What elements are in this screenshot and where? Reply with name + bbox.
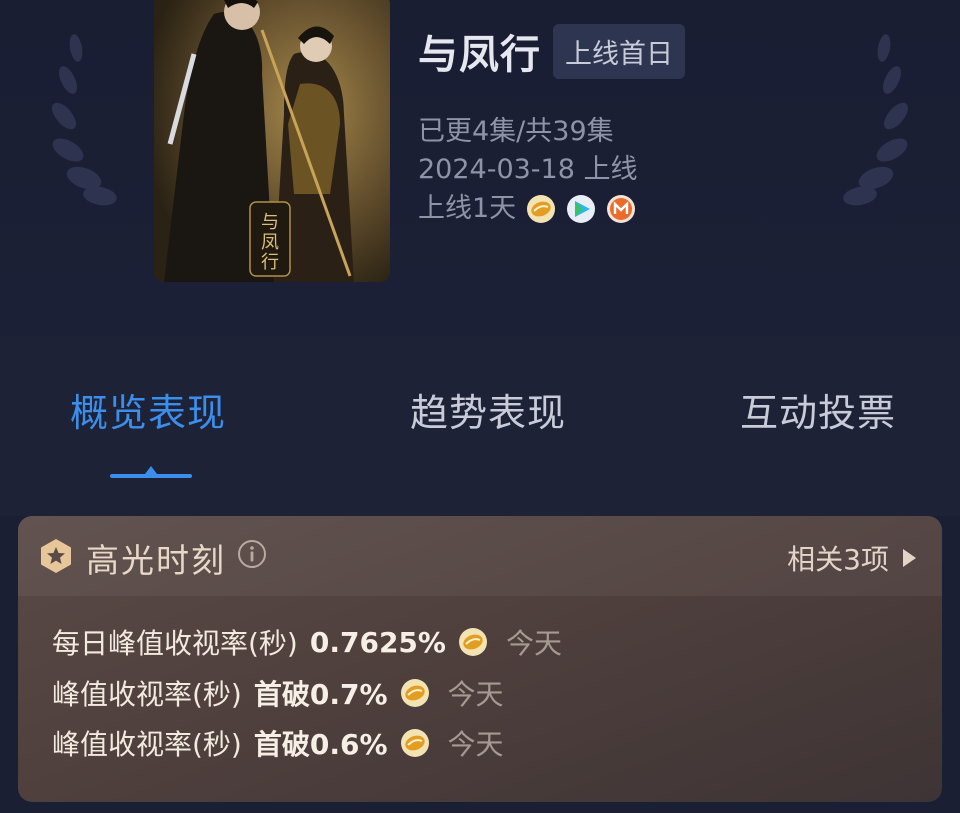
- mango-icon: [458, 628, 487, 656]
- svg-text:行: 行: [261, 252, 279, 273]
- play-arrow-icon: [903, 549, 916, 567]
- svg-text:凤: 凤: [261, 232, 279, 253]
- highlight-item: 峰值收视率(秒) 首破0.6% 今天: [52, 723, 504, 763]
- laurel-left-icon: [52, 34, 117, 206]
- tab-bar: 概览表现 趋势表现 互动投票: [0, 336, 960, 516]
- tab-vote[interactable]: 互动投票: [740, 382, 896, 437]
- laurel-right-icon: [843, 34, 908, 206]
- show-poster[interactable]: 与 凤 行: [154, 0, 390, 282]
- highlight-item: 每日峰值收视率(秒) 0.7625% 今天: [52, 622, 562, 662]
- highlight-label: 峰值收视率(秒): [52, 678, 242, 711]
- days-online: 上线1天: [418, 193, 517, 224]
- mango-icon: [400, 729, 429, 757]
- highlight-value: 0.7625%: [309, 625, 446, 659]
- highlight-day: 今天: [505, 627, 562, 660]
- highlight-item: 峰值收视率(秒) 首破0.7% 今天: [52, 673, 504, 713]
- highlight-value: 首破0.6%: [253, 728, 388, 761]
- days-online-row: 上线1天: [418, 191, 636, 227]
- highlight-value: 首破0.7%: [253, 678, 388, 711]
- title-row: 与凤行 上线首日: [418, 22, 685, 80]
- status-badge: 上线首日: [553, 23, 685, 79]
- related-link[interactable]: 相关3项: [787, 538, 916, 578]
- tencent-video-icon[interactable]: [566, 194, 596, 224]
- tab-active-indicator: [110, 466, 192, 478]
- tab-trend[interactable]: 趋势表现: [410, 382, 566, 437]
- highlight-day: 今天: [447, 728, 504, 761]
- star-badge-icon: [41, 539, 71, 573]
- highlight-title: 高光时刻: [86, 541, 226, 580]
- show-title: 与凤行: [418, 32, 541, 78]
- mango-icon[interactable]: [526, 194, 556, 224]
- highlight-card: 高光时刻 相关3项 每日峰值收视率(秒) 0.7625% 今天 峰值收视率(秒)…: [18, 516, 942, 802]
- mgtv-icon[interactable]: [606, 194, 636, 224]
- info-icon[interactable]: [236, 538, 268, 570]
- highlight-day: 今天: [447, 678, 504, 711]
- related-count: 相关3项: [787, 543, 889, 576]
- episode-count: 已更4集/共39集: [418, 116, 614, 147]
- show-header: 与 凤 行 与凤行 上线首日 已更4集/共39集 2024-03-18 上线 上…: [0, 0, 960, 336]
- highlight-card-header: 高光时刻 相关3项: [18, 516, 942, 596]
- mango-icon: [400, 679, 429, 707]
- svg-text:与: 与: [261, 212, 279, 233]
- highlight-label: 每日峰值收视率(秒): [52, 627, 298, 660]
- tab-overview[interactable]: 概览表现: [70, 382, 226, 437]
- highlight-label: 峰值收视率(秒): [52, 728, 242, 761]
- release-date: 2024-03-18 上线: [418, 154, 638, 185]
